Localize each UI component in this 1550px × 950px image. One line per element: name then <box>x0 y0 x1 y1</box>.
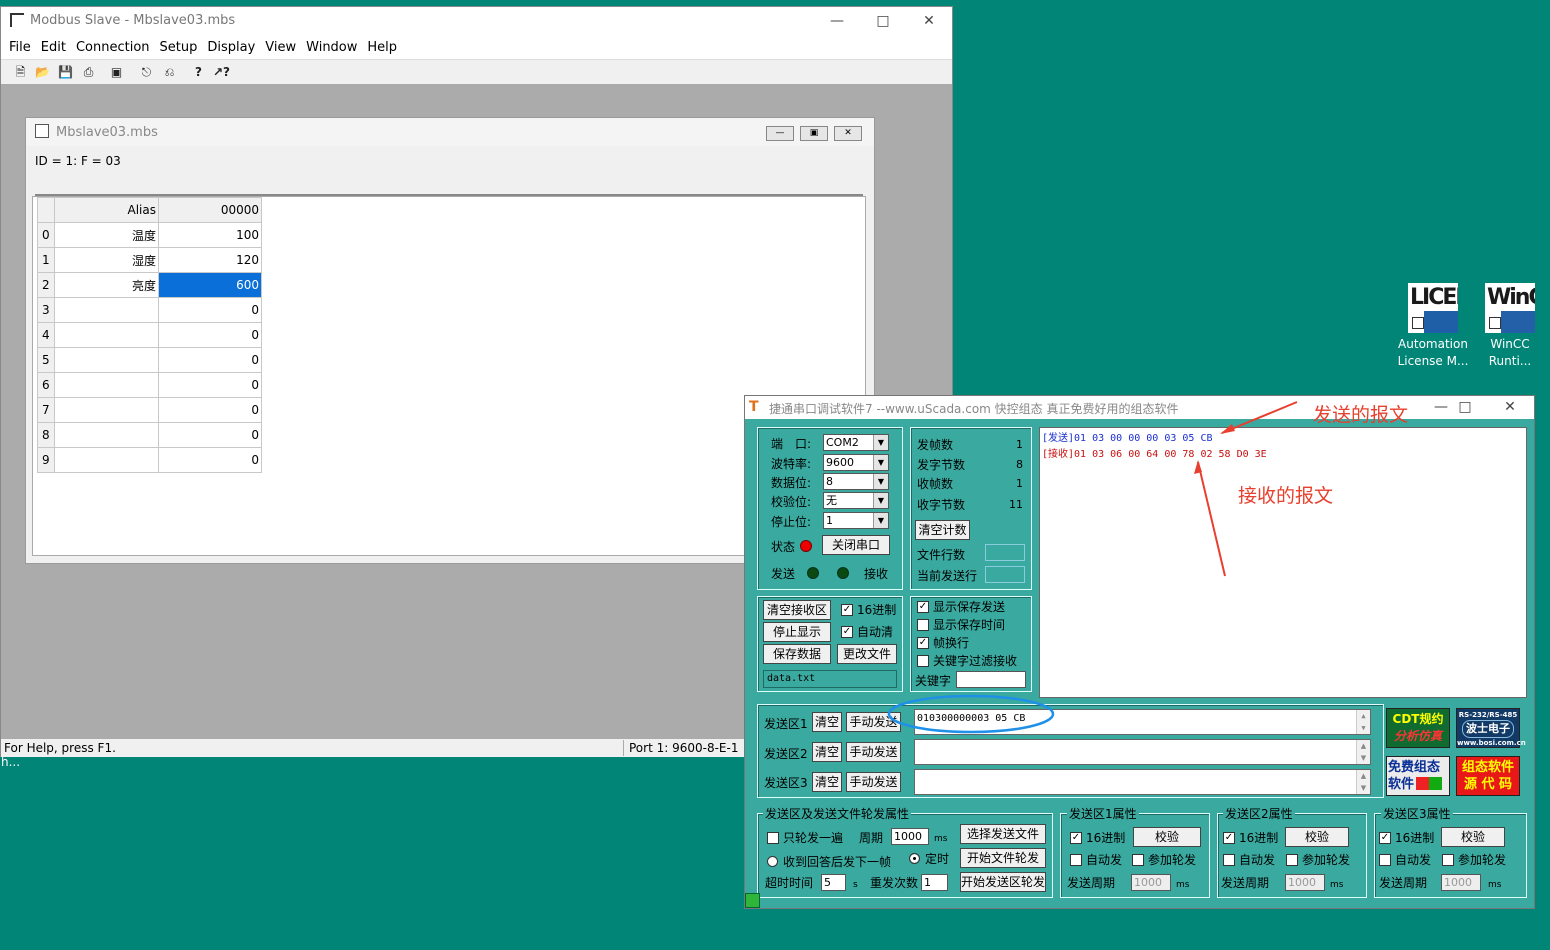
recv-arrow-icon <box>1197 461 1226 577</box>
annotation-overlay <box>887 401 1298 734</box>
recv-message-annotation: 接收的报文 <box>1238 485 1334 507</box>
send-area-highlight-ellipse <box>887 694 1055 734</box>
send-arrow-head-icon <box>1220 424 1235 434</box>
recv-arrow-head-icon <box>1194 460 1202 474</box>
send-message-annotation: 发送的报文 <box>1313 404 1409 426</box>
